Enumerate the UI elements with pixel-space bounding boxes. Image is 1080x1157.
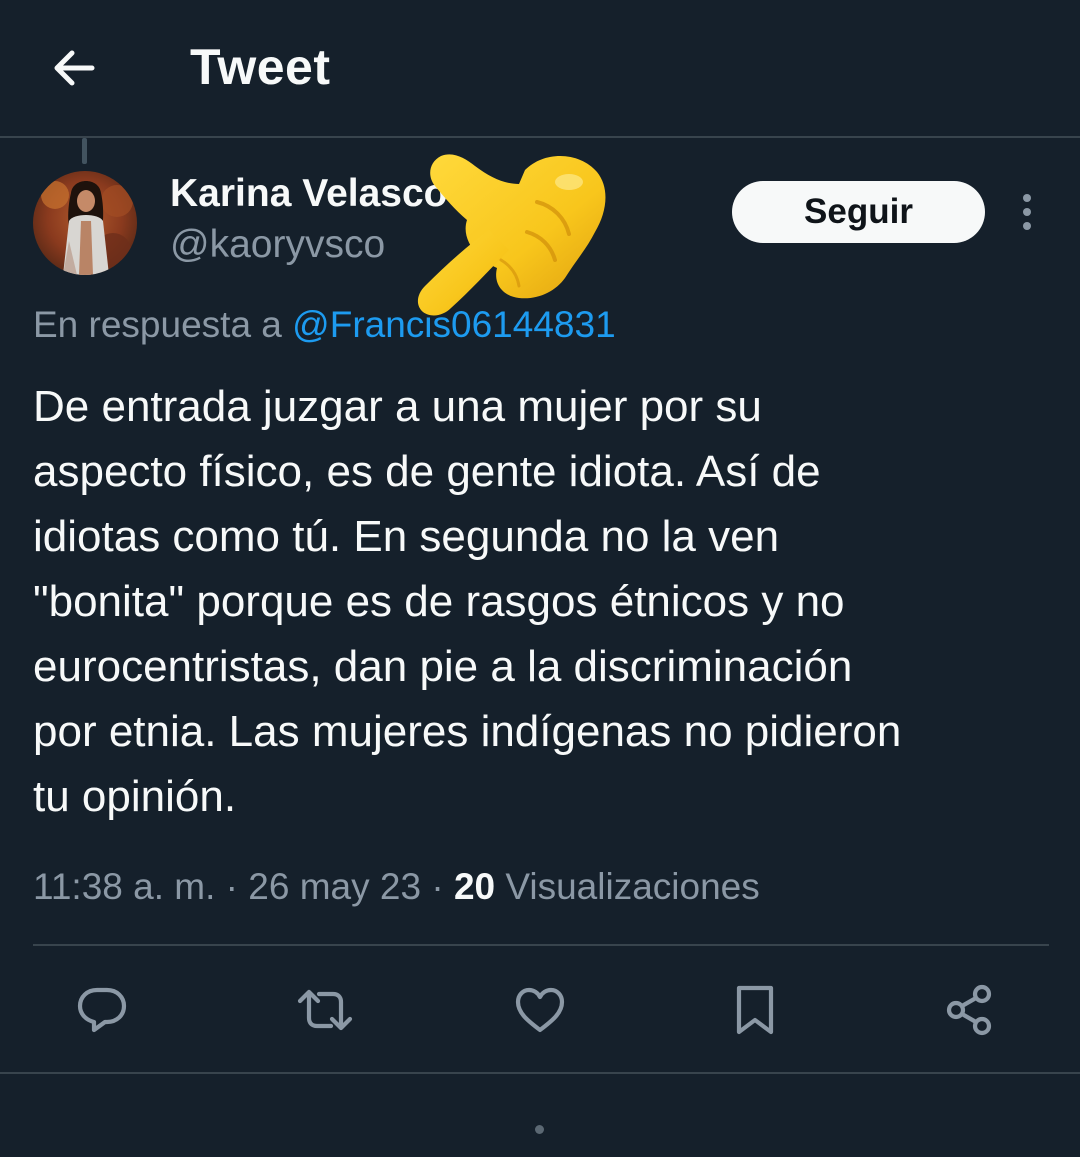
header-divider	[0, 136, 1080, 138]
tweet-text-line: De entrada juzgar a una mujer por su	[33, 382, 762, 431]
pointing-hand-emoji-icon	[417, 154, 606, 316]
bottom-divider	[0, 1072, 1080, 1074]
reply-context: En respuesta a @Francis06144831	[33, 304, 616, 346]
author-handle[interactable]: @kaoryvsco	[170, 223, 385, 267]
meta-separator: ·	[421, 866, 454, 907]
views-label[interactable]: Visualizaciones	[495, 866, 759, 907]
author-name[interactable]: Karina Velasco	[170, 172, 448, 216]
meta-divider	[33, 944, 1049, 946]
reply-icon	[77, 987, 127, 1033]
share-button[interactable]	[938, 978, 1002, 1042]
tweet-text-line: "bonita" porque es de rasgos étnicos y n…	[33, 577, 845, 626]
tweet-text: De entrada juzgar a una mujer por su asp…	[33, 374, 1063, 829]
tweet-detail-page: Tweet Karina Velasco @kaoryvsco Seguir E…	[0, 0, 1080, 1157]
reply-handle-link[interactable]: @Francis06144831	[292, 304, 615, 345]
tweet-text-line: por etnia. Las mujeres indígenas no pidi…	[33, 707, 902, 756]
more-vertical-icon	[1023, 194, 1031, 230]
follow-button[interactable]: Seguir	[732, 181, 985, 243]
like-icon	[515, 987, 565, 1033]
views-count[interactable]: 20	[454, 866, 495, 907]
reply-button[interactable]	[70, 978, 134, 1042]
thread-connector-line	[82, 138, 87, 164]
tweet-text-line: idiotas como tú. En segunda no la ven	[33, 512, 780, 561]
tweet-text-line: tu opinión.	[33, 772, 237, 821]
meta-separator: ·	[215, 866, 249, 907]
share-icon	[946, 984, 992, 1036]
reply-prefix: En respuesta a	[33, 304, 293, 345]
bookmark-icon	[736, 985, 774, 1035]
back-button[interactable]	[44, 38, 104, 98]
more-options-button[interactable]	[1005, 190, 1049, 234]
scroll-indicator	[535, 1125, 544, 1134]
tweet-date[interactable]: 26 may 23	[248, 866, 421, 907]
action-bar	[0, 978, 1080, 1042]
tweet-meta: 11:38 a. m. · 26 may 23 · 20 Visualizaci…	[33, 866, 760, 908]
tweet-text-line: eurocentristas, dan pie a la discriminac…	[33, 642, 853, 691]
top-bar: Tweet	[0, 0, 1080, 137]
avatar-image	[33, 171, 137, 275]
tweet-time[interactable]: 11:38 a. m.	[33, 866, 215, 907]
arrow-left-icon	[54, 50, 95, 86]
avatar[interactable]	[33, 171, 137, 275]
bookmark-button[interactable]	[723, 978, 787, 1042]
retweet-button[interactable]	[293, 978, 357, 1042]
page-title: Tweet	[190, 39, 331, 95]
like-button[interactable]	[508, 978, 572, 1042]
tweet-text-line: aspecto físico, es de gente idiota. Así …	[33, 447, 821, 496]
retweet-icon	[297, 989, 353, 1031]
